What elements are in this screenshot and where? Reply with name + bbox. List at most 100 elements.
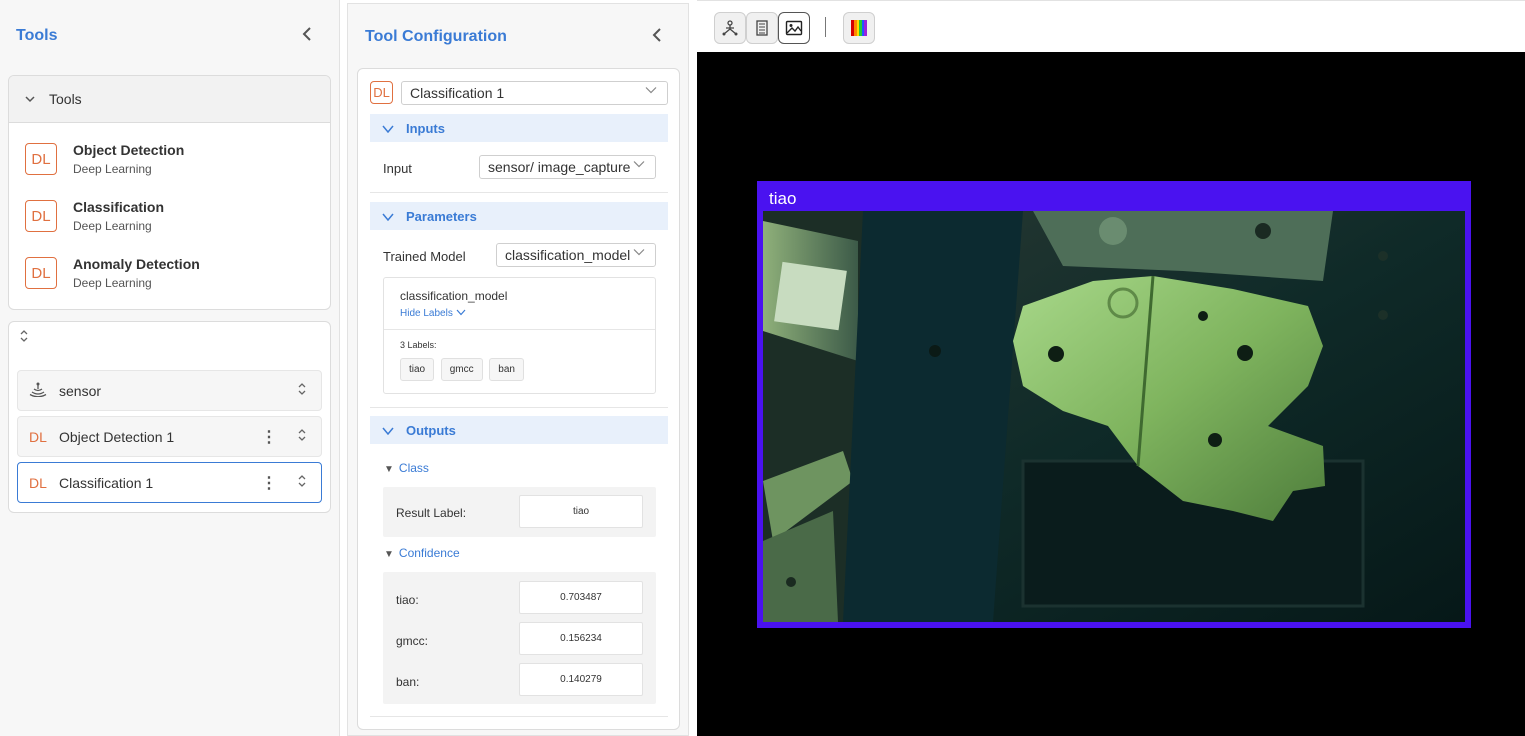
result-label-value: tiao (519, 495, 643, 528)
tool-selector-dropdown[interactable]: Classification 1 (401, 81, 668, 105)
model-info-box: classification_model Hide Labels 3 Label… (383, 277, 656, 394)
collapse-tools-panel-button[interactable] (297, 25, 317, 45)
hide-labels-toggle[interactable]: Hide Labels (400, 308, 466, 319)
divider (370, 407, 668, 408)
confidence-value: 0.156234 (519, 622, 643, 655)
detection-label: tiao (769, 189, 797, 208)
outputs-header-label: Outputs (406, 422, 456, 438)
confidence-output-box: tiao: 0.703487 gmcc: 0.156234 ban: 0.140… (383, 572, 656, 704)
triangle-down-icon: ▼ (384, 464, 394, 475)
reorder-icon[interactable] (297, 382, 307, 399)
parameters-section-header[interactable]: Parameters (370, 202, 668, 230)
pipeline-item-label: sensor (59, 382, 102, 399)
trained-model-value: classification_model (505, 247, 631, 263)
inputs-section-header[interactable]: Inputs (370, 114, 668, 142)
tool-category: Deep Learning (73, 219, 152, 233)
confidence-subsection-header[interactable]: ▼ Confidence (384, 546, 460, 560)
tools-library-card: Tools DL Object Detection Deep Learning … (8, 75, 331, 310)
captured-image (763, 211, 1465, 622)
toolbar-separator (825, 17, 826, 37)
image-viewer[interactable]: tiao (697, 52, 1525, 736)
config-panel-title: Tool Configuration (365, 28, 507, 45)
input-label: Input (383, 161, 412, 176)
tools-panel: Tools Tools DL Object Detection Deep Lea… (0, 0, 340, 736)
tool-name: Object Detection (73, 142, 185, 158)
tool-selector-value: Classification 1 (410, 85, 505, 101)
divider (370, 716, 668, 717)
confidence-header-label: Confidence (398, 546, 460, 560)
reorder-icon[interactable] (297, 428, 307, 445)
tool-item-classification[interactable]: DL Classification Deep Learning (25, 199, 164, 233)
labels-count: 3 Labels: (400, 340, 437, 350)
tool-category: Deep Learning (73, 162, 152, 176)
tool-name: Anomaly Detection (73, 256, 200, 272)
tools-panel-title: Tools (16, 27, 58, 44)
result-label-caption: Result Label: (396, 506, 467, 520)
pipeline-item-label: Object Detection 1 (59, 428, 175, 445)
pipeline-item-sensor[interactable]: sensor (17, 370, 322, 411)
tool-name: Classification (73, 199, 165, 215)
divider (370, 192, 668, 193)
outputs-section-header[interactable]: Outputs (370, 416, 668, 444)
document-icon (756, 20, 768, 36)
class-output-box: Result Label: tiao (383, 487, 656, 537)
tool-category: Deep Learning (73, 276, 152, 290)
inputs-header-label: Inputs (406, 120, 445, 136)
tool-item-anomaly-detection[interactable]: DL Anomaly Detection Deep Learning (25, 256, 200, 290)
model-name: classification_model (400, 289, 508, 303)
pipeline-item-object-detection-1[interactable]: DL Object Detection 1 ⋮ (17, 416, 322, 457)
dl-badge-icon: DL (25, 200, 57, 232)
tool-item-object-detection[interactable]: DL Object Detection Deep Learning (25, 142, 184, 176)
trained-model-label: Trained Model (383, 249, 466, 264)
dl-icon: DL (29, 474, 47, 491)
chevron-down-icon (456, 308, 466, 319)
dl-icon: DL (29, 428, 47, 445)
tool-configuration-panel: Tool Configuration DL Classification 1 I… (347, 3, 689, 736)
triangle-down-icon: ▼ (384, 549, 394, 560)
more-options-icon[interactable]: ⋮ (261, 473, 277, 493)
document-view-button[interactable] (746, 12, 778, 44)
tools-section-header[interactable]: Tools (9, 76, 330, 123)
pipeline-item-classification-1[interactable]: DL Classification 1 ⋮ (17, 462, 322, 503)
confidence-label: tiao: (396, 593, 419, 607)
captured-image-graphic (763, 211, 1465, 622)
parameters-header-label: Parameters (406, 208, 477, 224)
image-icon (785, 20, 803, 36)
confidence-value: 0.703487 (519, 581, 643, 614)
chevron-down-icon (633, 159, 645, 171)
class-header-label: Class (398, 461, 429, 475)
3d-view-button[interactable] (714, 12, 746, 44)
chevron-down-icon (382, 121, 394, 136)
confidence-label: ban: (396, 675, 420, 689)
more-options-icon[interactable]: ⋮ (261, 427, 277, 447)
sensor-icon (29, 381, 59, 400)
pipeline-item-label: Classification 1 (59, 474, 154, 491)
dl-badge-icon: DL (370, 81, 393, 104)
class-subsection-header[interactable]: ▼ Class (384, 461, 429, 475)
input-source-value: sensor/ image_capture (488, 159, 631, 175)
colormap-button[interactable] (843, 12, 875, 44)
trained-model-dropdown[interactable]: classification_model (496, 243, 656, 267)
chevron-left-icon (652, 28, 661, 42)
input-source-dropdown[interactable]: sensor/ image_capture (479, 155, 656, 179)
divider (384, 329, 655, 330)
dl-badge-icon: DL (25, 143, 57, 175)
chevron-down-icon (633, 247, 645, 259)
labels-list: tiao gmcc ban (400, 358, 527, 381)
sort-updown-icon[interactable] (19, 329, 29, 346)
confidence-label: gmcc: (396, 634, 429, 648)
chevron-down-icon (25, 92, 35, 106)
chevron-left-icon (302, 27, 311, 41)
confidence-value: 0.140279 (519, 663, 643, 696)
chevron-down-icon (645, 85, 657, 97)
image-view-button[interactable] (778, 12, 810, 44)
hide-labels-text: Hide Labels (400, 308, 453, 319)
chevron-down-icon (382, 209, 394, 224)
config-card: DL Classification 1 Inputs Input sensor/… (357, 68, 680, 730)
reorder-icon[interactable] (297, 474, 307, 491)
colormap-icon (851, 20, 867, 36)
label-chip: ban (489, 358, 524, 381)
collapse-config-panel-button[interactable] (647, 26, 667, 46)
3d-view-icon (722, 20, 738, 36)
pipeline-card: sensor DL Object Detection 1 ⋮ DL Classi… (8, 321, 331, 513)
